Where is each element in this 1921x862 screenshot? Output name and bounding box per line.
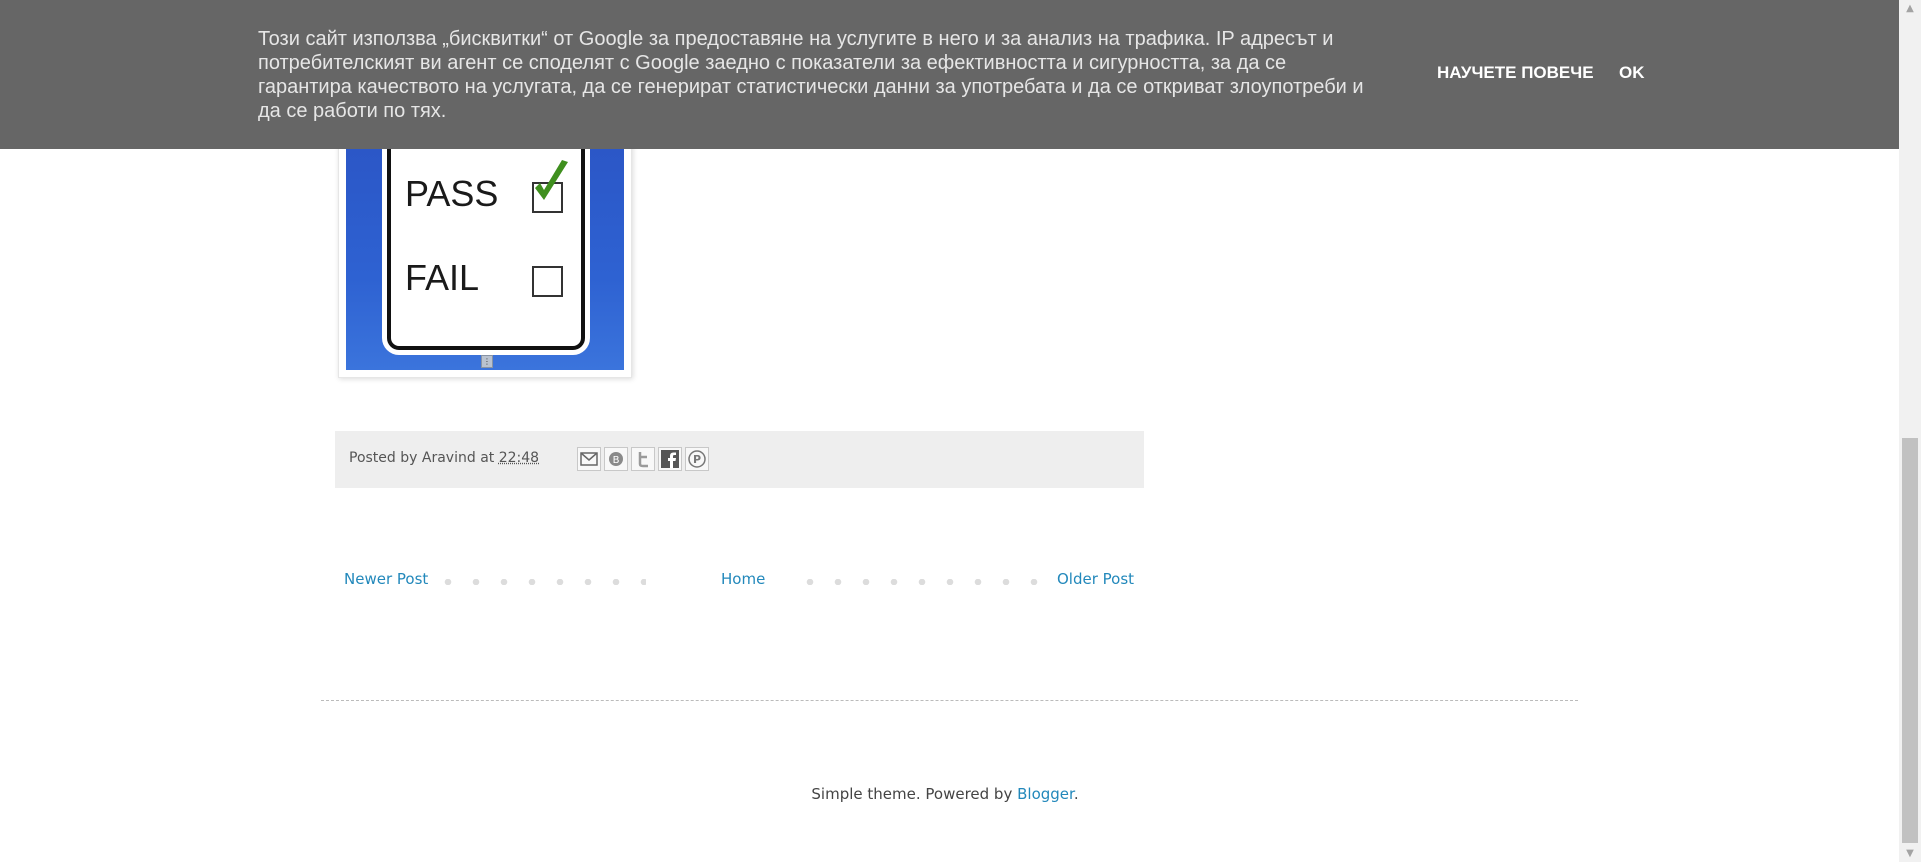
email-icon (580, 452, 598, 466)
pass-fail-sign: PASS FAIL (387, 141, 585, 350)
post-author[interactable]: Aravind (422, 450, 476, 466)
post-image[interactable]: PASS FAIL ⋮ (338, 140, 632, 378)
blogthis-share-button[interactable]: B (604, 447, 628, 471)
footer-divider (321, 700, 1578, 701)
cookie-notice-bar: Този сайт използва „бисквитки“ от Google… (0, 0, 1899, 149)
attribution: Simple theme. Powered by Blogger. (0, 785, 1890, 803)
svg-text:P: P (693, 453, 701, 466)
twitter-icon (638, 452, 648, 468)
vertical-scrollbar[interactable]: ▲ ▼ (1899, 0, 1921, 862)
newer-post-link[interactable]: Newer Post (344, 570, 428, 588)
facebook-icon (661, 450, 679, 468)
fail-checkbox-icon (532, 266, 563, 297)
post-timestamp-link[interactable]: 22:48 (499, 450, 539, 466)
scroll-down-arrow-icon[interactable]: ▼ (1899, 845, 1921, 862)
fail-label: FAIL (405, 257, 480, 298)
learn-more-button[interactable]: НАУЧЕТЕ ПОВЕЧЕ (1437, 63, 1594, 83)
scrollbar-thumb[interactable] (1902, 438, 1918, 843)
pager-dots-right (796, 579, 1058, 585)
attribution-prefix: Simple theme. Powered by (811, 785, 1013, 803)
twitter-share-button[interactable] (631, 447, 655, 471)
checkmark-icon (535, 160, 568, 200)
attribution-suffix: . (1073, 785, 1079, 803)
at-label: at (480, 450, 495, 466)
blog-pager: Newer Post Home Older Post (344, 568, 1135, 592)
cookie-notice-text: Този сайт използва „бисквитки“ от Google… (258, 28, 1364, 122)
pinterest-icon: P (688, 450, 706, 468)
pinterest-share-button[interactable]: P (685, 447, 709, 471)
svg-text:B: B (613, 455, 620, 466)
email-share-button[interactable] (577, 447, 601, 471)
share-buttons: B P (577, 447, 712, 471)
facebook-share-button[interactable] (658, 447, 682, 471)
post-footer: Posted by Aravind at 22:48 B P (335, 431, 1144, 488)
home-link[interactable]: Home (721, 570, 765, 588)
post-byline: Posted by Aravind at 22:48 (349, 450, 539, 466)
blogthis-icon: B (609, 452, 623, 466)
pass-label: PASS (405, 173, 499, 214)
pager-dots-left (434, 579, 646, 585)
ok-button[interactable]: OK (1619, 63, 1645, 83)
posted-by-prefix: Posted by (349, 450, 418, 466)
sign-post-icon: ⋮ (481, 355, 493, 368)
blogger-link[interactable]: Blogger (1017, 785, 1074, 803)
pass-checkbox-icon (532, 160, 568, 213)
scroll-up-arrow-icon[interactable]: ▲ (1899, 0, 1921, 17)
pass-fail-sign-background: PASS FAIL ⋮ (346, 141, 624, 370)
older-post-link[interactable]: Older Post (1057, 570, 1134, 588)
